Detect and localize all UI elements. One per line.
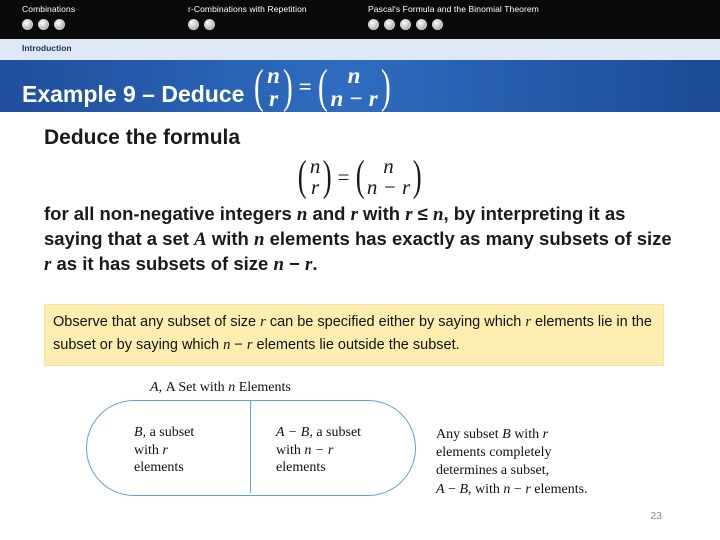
deduce-heading: Deduce the formula [44,126,241,149]
progress-dot[interactable] [204,19,215,30]
nav-section-pascals-formula[interactable]: Pascal's Formula and the Binomial Theore… [368,4,539,30]
progress-dot[interactable] [416,19,427,30]
centered-equation: ( n r ) = ( n n − r ) [298,153,422,201]
nav-progress-dots [22,19,75,30]
nav-section-title: r-Combinations with Repetition [188,4,307,14]
set-divider-line [250,401,251,493]
subset-a-minus-b-label: A − B, a subset with n − r elements [276,425,362,475]
progress-dot[interactable] [384,19,395,30]
nav-progress-dots [188,19,307,30]
nav-section-title: Pascal's Formula and the Binomial Theore… [368,4,539,14]
progress-dot-active[interactable] [368,19,379,30]
title-eq-lhs-top: n [267,63,280,88]
center-eq-lhs-bottom: r [310,175,320,200]
title-eq-rhs-bottom: n − r [330,86,378,112]
progress-dot[interactable] [54,19,65,30]
title-eq-equals: = [298,74,312,100]
breadcrumb-label: Introduction [22,43,72,53]
slide-title-band: Example 9 – Deduce ( n r ) = ( n n − r ) [0,60,720,112]
title-eq-lhs-bottom: r [269,86,279,112]
title-equation: ( n r ) = ( n n − r ) [254,61,391,114]
top-navigation-bar: Combinations r-Combinations with Repetit… [0,0,720,39]
page-title: Example 9 – Deduce [22,81,245,108]
title-eq-rhs-top: n [347,63,361,88]
progress-dot[interactable] [188,19,199,30]
nav-section-combinations[interactable]: Combinations [22,4,75,30]
nav-section-r-combinations-with-repetition[interactable]: r-Combinations with Repetition [188,4,307,30]
center-eq-equals: = [337,164,350,189]
center-eq-rhs-top: n [383,154,394,178]
set-partition-diagram: A, A Set with n Elements B, a subset with… [0,378,720,508]
progress-dot[interactable] [432,19,443,30]
center-eq-lhs-top: n [309,154,321,178]
page-number: 23 [650,510,662,522]
problem-statement-paragraph: for all non-negative integers n and r wi… [44,203,672,276]
diagram-side-note: Any subset B with r elements completely de… [436,427,588,497]
progress-dot[interactable] [38,19,49,30]
center-eq-rhs-bottom: n − r [366,175,411,200]
progress-dot[interactable] [22,19,33,30]
nav-progress-dots [368,19,539,30]
subset-b-label: B, a subset with r elements [134,425,195,475]
diagram-caption: A, A Set with n Elements [150,380,291,395]
highlighted-observation-callout: Observe that any subset of size r can be… [44,304,664,366]
breadcrumb-band: Introduction [0,39,720,60]
nav-section-title: Combinations [22,4,76,14]
progress-dot[interactable] [400,19,411,30]
